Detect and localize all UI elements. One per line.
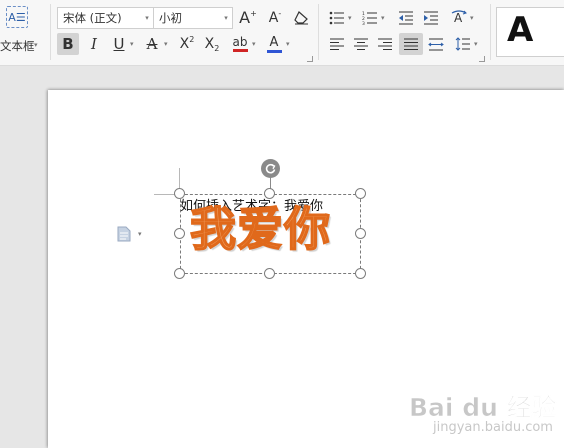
italic-icon: I: [91, 34, 97, 53]
superscript-mark: 2: [189, 35, 195, 44]
increase-indent-icon: [424, 11, 438, 25]
bullet-list-dropdown-arrow[interactable]: [348, 15, 352, 22]
font-color-button[interactable]: A: [264, 33, 284, 55]
style-preview-glyph: A: [507, 10, 534, 50]
italic-button[interactable]: I: [84, 33, 104, 55]
justify-icon: [404, 38, 418, 50]
numbered-list-button[interactable]: 123: [361, 8, 379, 28]
numbered-list-icon: 123: [362, 11, 377, 25]
highlight-color-bar: [232, 49, 248, 52]
highlight-dropdown-arrow[interactable]: [252, 41, 256, 48]
resize-handle-top-right[interactable]: [355, 188, 366, 199]
underline-icon: U: [113, 34, 125, 53]
resize-handle-top-center[interactable]: [264, 188, 275, 199]
strikethrough-dropdown-arrow[interactable]: [164, 41, 168, 48]
resize-handle-top-left[interactable]: [174, 188, 185, 199]
strikethrough-button[interactable]: A: [142, 33, 162, 55]
line-spacing-dropdown-arrow[interactable]: [474, 41, 478, 48]
distributed-align-icon: [428, 38, 444, 50]
font-color-icon: A: [269, 34, 279, 50]
group-separator: [490, 4, 491, 60]
font-size-select[interactable]: 小初: [153, 7, 233, 29]
font-dialog-launcher[interactable]: [307, 56, 313, 62]
paragraph-layout-icon[interactable]: [117, 226, 131, 242]
superscript-button[interactable]: X2: [176, 33, 198, 55]
shrink-font-button[interactable]: A-: [265, 8, 285, 28]
bold-icon: B: [62, 34, 74, 53]
plus-icon: +: [250, 9, 257, 18]
decrease-indent-icon: [399, 11, 413, 25]
align-right-button[interactable]: [376, 34, 394, 54]
watermark-brand: Bai du 经验: [409, 393, 557, 423]
bold-button[interactable]: B: [57, 33, 79, 55]
clear-formatting-button[interactable]: [290, 8, 312, 28]
document-icon: [117, 226, 131, 242]
align-center-icon: [354, 38, 368, 50]
font-family-select[interactable]: 宋体 (正文): [57, 7, 154, 29]
subscript-icon: X: [204, 36, 215, 52]
resize-handle-middle-right[interactable]: [355, 228, 366, 239]
text-direction-dropdown-arrow[interactable]: [470, 15, 474, 22]
justify-button[interactable]: [399, 33, 423, 55]
style-gallery-item[interactable]: A: [496, 7, 564, 57]
wordart-text[interactable]: 我爱你: [189, 205, 331, 253]
line-spacing-button[interactable]: [454, 34, 472, 54]
svg-text:A: A: [454, 11, 463, 25]
grow-font-icon: A: [239, 8, 251, 27]
watermark-url: jingyan.baidu.com: [433, 420, 553, 435]
text-box-icon-glyph: A☰: [8, 10, 26, 24]
align-right-icon: [378, 38, 392, 50]
text-box-dropdown-arrow[interactable]: [34, 42, 38, 49]
align-center-button[interactable]: [352, 34, 370, 54]
ribbon-toolbar: A☰ 文本框 宋体 (正文) 小初 A+ A- B I U A X2 X2 ab: [0, 0, 564, 66]
rotate-handle[interactable]: [261, 159, 280, 178]
rotate-icon: [265, 163, 276, 174]
shrink-font-icon: A: [268, 10, 279, 26]
distributed-align-button[interactable]: [427, 34, 445, 54]
svg-text:3: 3: [362, 21, 365, 25]
text-box-button-label[interactable]: 文本框: [0, 38, 35, 54]
text-box-icon[interactable]: A☰: [6, 6, 28, 28]
eraser-icon: [294, 11, 308, 25]
grow-font-button[interactable]: A +: [238, 8, 258, 28]
strikethrough-icon: A: [146, 34, 158, 53]
text-direction-button[interactable]: A: [450, 8, 468, 28]
chevron-down-icon: [141, 14, 153, 22]
paragraph-layout-dropdown-arrow[interactable]: [138, 231, 142, 238]
bullet-list-icon: [329, 11, 344, 25]
group-separator: [318, 4, 319, 60]
group-separator: [50, 4, 51, 60]
resize-handle-bottom-right[interactable]: [355, 268, 366, 279]
line-spacing-icon: [455, 37, 470, 51]
highlight-button[interactable]: ab: [229, 33, 251, 55]
resize-handle-middle-left[interactable]: [174, 228, 185, 239]
font-color-dropdown-arrow[interactable]: [286, 41, 290, 48]
subscript-button[interactable]: X2: [201, 33, 223, 55]
highlight-icon: ab: [232, 35, 248, 49]
align-left-icon: [330, 38, 344, 50]
text-direction-icon: A: [451, 10, 467, 25]
numbered-list-dropdown-arrow[interactable]: [381, 15, 385, 22]
font-family-value: 宋体 (正文): [63, 11, 122, 25]
font-color-bar: [266, 49, 282, 53]
chevron-down-icon: [220, 14, 232, 22]
paragraph-dialog-launcher[interactable]: [479, 56, 485, 62]
superscript-icon: X: [179, 36, 190, 52]
minus-icon: -: [278, 9, 282, 18]
watermark: Bai du 经验 jingyan.baidu.com: [409, 386, 559, 444]
resize-handle-bottom-center[interactable]: [264, 268, 275, 279]
resize-handle-bottom-left[interactable]: [174, 268, 185, 279]
decrease-indent-button[interactable]: [397, 8, 415, 28]
underline-button[interactable]: U: [109, 33, 129, 55]
font-size-value: 小初: [159, 11, 182, 25]
subscript-mark: 2: [214, 44, 220, 53]
bullet-list-button[interactable]: [328, 8, 346, 28]
align-left-button[interactable]: [328, 34, 346, 54]
increase-indent-button[interactable]: [422, 8, 440, 28]
underline-dropdown-arrow[interactable]: [130, 41, 134, 48]
